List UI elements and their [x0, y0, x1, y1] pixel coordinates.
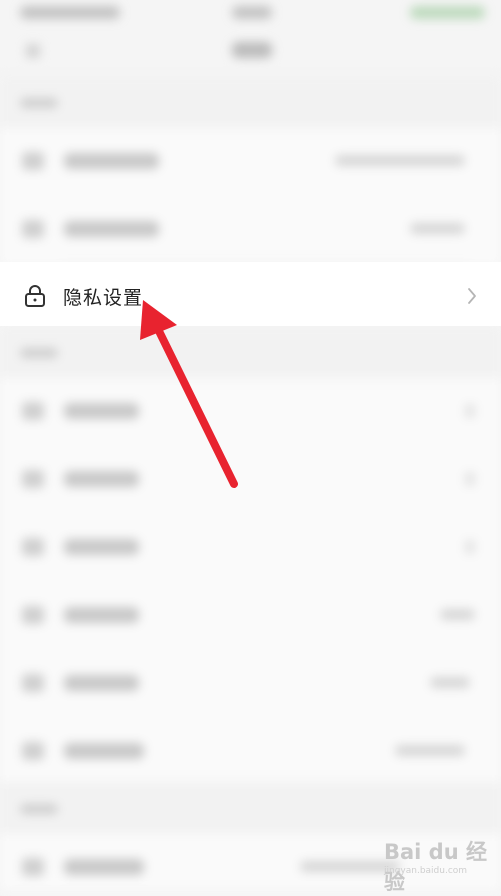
- lock-icon: [25, 285, 45, 307]
- row-label: [64, 743, 144, 759]
- row-icon: [22, 858, 44, 876]
- row-label: [64, 153, 159, 169]
- status-bar: [0, 0, 501, 30]
- privacy-settings-label: 隐私设置: [63, 287, 144, 309]
- row-icon: [22, 538, 44, 556]
- row-icon: [22, 742, 44, 760]
- row-label: [64, 675, 139, 691]
- settings-row-2[interactable]: [0, 196, 501, 264]
- section-header-1: [0, 76, 501, 128]
- settings-row-8[interactable]: [0, 718, 501, 786]
- row-label: [64, 471, 139, 487]
- settings-row-5[interactable]: [0, 514, 501, 582]
- row-icon: [22, 402, 44, 420]
- settings-row-3[interactable]: [0, 378, 501, 446]
- row-value: [395, 745, 465, 756]
- row-icon: [22, 152, 44, 170]
- page-title: [232, 42, 272, 58]
- row-value: [440, 609, 475, 620]
- section-header-2: [0, 326, 501, 378]
- row-label: [64, 221, 159, 237]
- settings-row-1[interactable]: [0, 128, 501, 196]
- row-icon: [22, 470, 44, 488]
- row-label: [64, 607, 139, 623]
- settings-row-4[interactable]: [0, 446, 501, 514]
- section-header-3: [0, 782, 501, 834]
- row-value: [410, 223, 465, 234]
- baidu-watermark-url: jingyan.baidu.com: [384, 866, 468, 876]
- chevron-right-icon: [465, 404, 475, 418]
- status-bar-center: [232, 6, 272, 19]
- divider: [64, 260, 467, 261]
- row-label: [64, 859, 144, 875]
- chevron-right-icon: [465, 540, 475, 554]
- row-label: [64, 539, 139, 555]
- row-icon: [22, 220, 44, 238]
- row-value: [430, 677, 470, 688]
- back-icon[interactable]: [26, 44, 40, 58]
- row-icon: [22, 606, 44, 624]
- row-value: [335, 155, 465, 166]
- row-icon: [22, 674, 44, 692]
- row-label: [64, 403, 139, 419]
- status-bar-left: [20, 6, 120, 19]
- settings-row-6[interactable]: [0, 582, 501, 650]
- settings-row-7[interactable]: [0, 650, 501, 718]
- status-bar-right: [410, 6, 485, 19]
- chevron-right-icon: [468, 288, 476, 304]
- chevron-right-icon: [465, 472, 475, 486]
